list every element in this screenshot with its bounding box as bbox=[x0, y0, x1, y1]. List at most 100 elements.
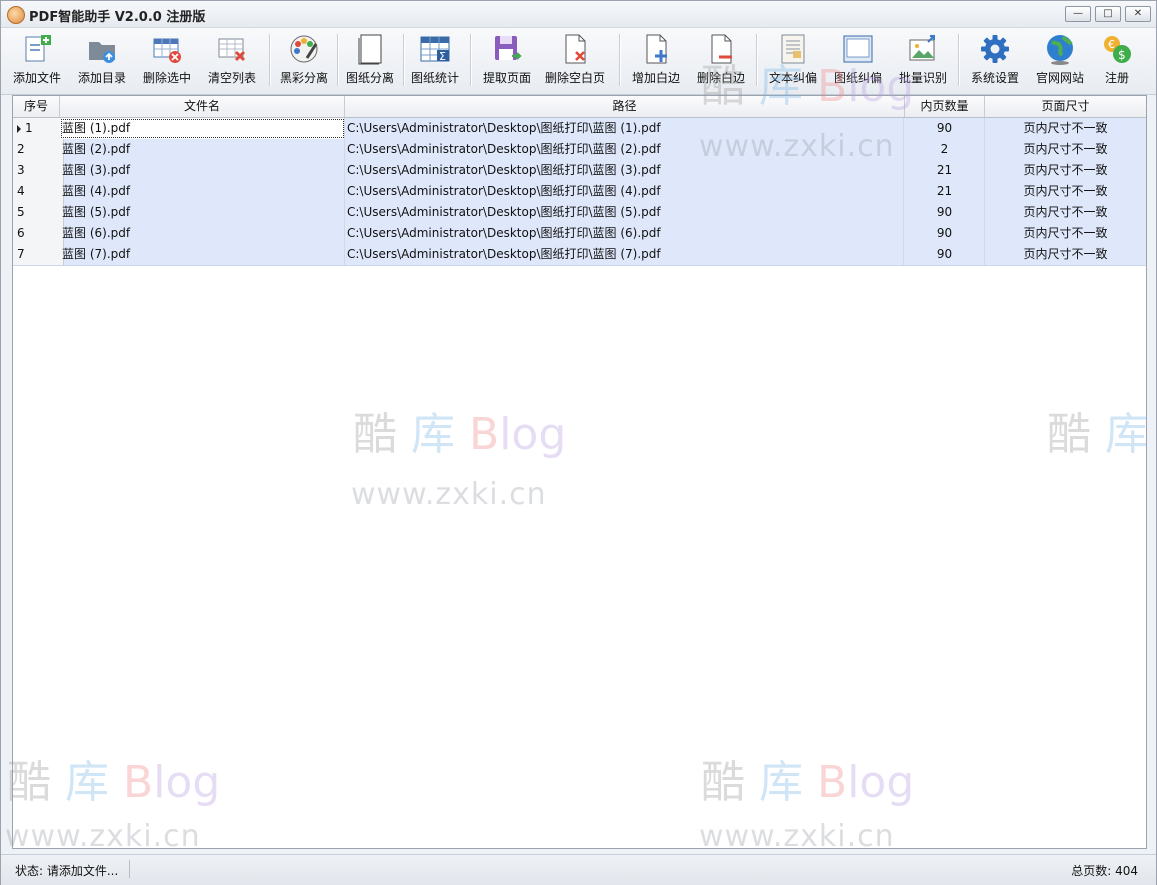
page-count-cell[interactable]: 90 bbox=[905, 118, 985, 139]
svg-text:$: $ bbox=[1118, 48, 1126, 62]
official-website-button[interactable]: 官网网站 bbox=[1029, 28, 1091, 94]
delete-selected-button[interactable]: 删除选中 bbox=[136, 28, 198, 94]
app-window: PDF智能助手 V2.0.0 注册版 — □ ✕ 添加文件 添加目录 删除选中 … bbox=[0, 0, 1157, 885]
row-num-cell: 2 bbox=[13, 139, 64, 160]
page-count-cell[interactable]: 21 bbox=[905, 160, 985, 181]
row-num-cell: 6 bbox=[13, 223, 64, 244]
file-list-grid[interactable]: 序号 文件名 路径 内页数量 页面尺寸 1 蓝图 (1).pdf C:\User… bbox=[12, 95, 1147, 849]
minimize-button[interactable]: — bbox=[1065, 6, 1091, 22]
file-name-cell[interactable]: 蓝图 (6).pdf bbox=[60, 223, 345, 244]
page-size-cell[interactable]: 页内尺寸不一致 bbox=[985, 118, 1146, 139]
title-bar[interactable]: PDF智能助手 V2.0.0 注册版 — □ ✕ bbox=[1, 1, 1156, 28]
file-path-cell[interactable]: C:\Users\Administrator\Desktop\图纸打印\蓝图 (… bbox=[345, 244, 904, 265]
column-header-path[interactable]: 路径 bbox=[345, 96, 905, 117]
table-row[interactable]: 2 蓝图 (2).pdf C:\Users\Administrator\Desk… bbox=[13, 139, 1146, 161]
drawing-stats-label: 图纸统计 bbox=[410, 71, 459, 85]
column-header-num[interactable]: 序号 bbox=[13, 96, 60, 117]
table-row[interactable]: 5 蓝图 (5).pdf C:\Users\Administrator\Desk… bbox=[13, 202, 1146, 224]
page-count-cell[interactable]: 90 bbox=[905, 202, 985, 223]
extract-page-icon bbox=[490, 32, 524, 66]
file-path-cell[interactable]: C:\Users\Administrator\Desktop\图纸打印\蓝图 (… bbox=[345, 202, 904, 223]
official-website-label: 官网网站 bbox=[1035, 71, 1084, 85]
drawing-deskew-button[interactable]: 图纸纠偏 bbox=[827, 28, 889, 94]
file-path-cell[interactable]: C:\Users\Administrator\Desktop\图纸打印\蓝图 (… bbox=[345, 160, 904, 181]
page-count-cell[interactable]: 90 bbox=[905, 244, 985, 265]
file-path-cell[interactable]: C:\Users\Administrator\Desktop\图纸打印\蓝图 (… bbox=[345, 223, 904, 244]
delete-selected-label: 删除选中 bbox=[142, 71, 191, 85]
file-name-cell[interactable]: 蓝图 (2).pdf bbox=[60, 139, 345, 160]
toolbar-separator bbox=[958, 34, 960, 86]
drawing-split-label: 图纸分离 bbox=[345, 71, 394, 85]
system-settings-label: 系统设置 bbox=[970, 71, 1019, 85]
toolbar-separator bbox=[756, 34, 758, 86]
file-name-cell[interactable]: 蓝图 (4).pdf bbox=[60, 181, 345, 202]
column-header-name[interactable]: 文件名 bbox=[60, 96, 345, 117]
clear-list-button[interactable]: 清空列表 bbox=[201, 28, 263, 94]
drawing-split-icon bbox=[353, 32, 387, 66]
register-label: 注册 bbox=[1104, 71, 1129, 85]
add-file-button[interactable]: 添加文件 bbox=[6, 28, 68, 94]
delete-selected-icon bbox=[150, 32, 184, 66]
page-count-cell[interactable]: 90 bbox=[905, 223, 985, 244]
add-file-icon bbox=[20, 32, 54, 66]
toolbar-separator bbox=[269, 34, 271, 86]
app-logo-icon bbox=[7, 6, 25, 24]
color-separate-button[interactable]: 黑彩分离 bbox=[273, 28, 335, 94]
close-button[interactable]: ✕ bbox=[1125, 6, 1151, 22]
add-file-label: 添加文件 bbox=[12, 71, 61, 85]
add-margin-label: 增加白边 bbox=[631, 71, 680, 85]
batch-recognize-icon bbox=[906, 32, 940, 66]
row-num-cell: 7 bbox=[13, 244, 64, 265]
table-row[interactable]: 7 蓝图 (7).pdf C:\Users\Administrator\Desk… bbox=[13, 244, 1146, 266]
add-margin-button[interactable]: 增加白边 bbox=[625, 28, 687, 94]
page-size-cell[interactable]: 页内尺寸不一致 bbox=[985, 181, 1146, 202]
drawing-split-button[interactable]: 图纸分离 bbox=[339, 28, 401, 94]
register-button[interactable]: € $ 注册 bbox=[1086, 28, 1148, 94]
page-size-cell[interactable]: 页内尺寸不一致 bbox=[985, 160, 1146, 181]
add-folder-label: 添加目录 bbox=[77, 71, 126, 85]
page-size-cell[interactable]: 页内尺寸不一致 bbox=[985, 244, 1146, 265]
delete-blank-page-label: 删除空白页 bbox=[544, 71, 605, 85]
page-size-cell[interactable]: 页内尺寸不一致 bbox=[985, 139, 1146, 160]
drawing-stats-icon: Σ bbox=[418, 32, 452, 66]
grid-header: 序号 文件名 路径 内页数量 页面尺寸 bbox=[13, 96, 1146, 118]
file-name-cell[interactable]: 蓝图 (3).pdf bbox=[60, 160, 345, 181]
close-icon: ✕ bbox=[1133, 8, 1143, 19]
clear-list-label: 清空列表 bbox=[207, 71, 256, 85]
remove-margin-button[interactable]: 删除白边 bbox=[690, 28, 752, 94]
batch-recognize-button[interactable]: 批量识别 bbox=[892, 28, 954, 94]
file-path-cell[interactable]: C:\Users\Administrator\Desktop\图纸打印\蓝图 (… bbox=[345, 139, 904, 160]
extract-page-button[interactable]: 提取页面 bbox=[476, 28, 538, 94]
column-header-pages[interactable]: 内页数量 bbox=[905, 96, 985, 117]
text-deskew-label: 文本纠偏 bbox=[768, 71, 817, 85]
file-name-cell[interactable]: 蓝图 (5).pdf bbox=[60, 202, 345, 223]
file-path-cell[interactable]: C:\Users\Administrator\Desktop\图纸打印\蓝图 (… bbox=[345, 118, 904, 139]
svg-text:€: € bbox=[1108, 38, 1115, 51]
extract-page-label: 提取页面 bbox=[482, 71, 531, 85]
page-count-cell[interactable]: 2 bbox=[905, 139, 985, 160]
page-size-cell[interactable]: 页内尺寸不一致 bbox=[985, 223, 1146, 244]
row-pointer-icon bbox=[17, 124, 21, 133]
file-name-cell[interactable]: 蓝图 (1).pdf bbox=[60, 118, 345, 139]
system-settings-button[interactable]: 系统设置 bbox=[964, 28, 1026, 94]
page-count-cell[interactable]: 21 bbox=[905, 181, 985, 202]
add-folder-button[interactable]: 添加目录 bbox=[71, 28, 133, 94]
text-deskew-button[interactable]: 文本纠偏 bbox=[762, 28, 824, 94]
delete-blank-page-button[interactable]: 删除空白页 bbox=[544, 28, 606, 94]
drawing-stats-button[interactable]: Σ 图纸统计 bbox=[404, 28, 466, 94]
remove-margin-icon bbox=[704, 32, 738, 66]
toolbar: 添加文件 添加目录 删除选中 清空列表 黑彩分离 图纸分离 Σ 图纸统计 提取页… bbox=[1, 28, 1156, 95]
maximize-button[interactable]: □ bbox=[1095, 6, 1121, 22]
color-palette-icon bbox=[287, 32, 321, 66]
column-header-size[interactable]: 页面尺寸 bbox=[985, 96, 1146, 117]
page-size-cell[interactable]: 页内尺寸不一致 bbox=[985, 202, 1146, 223]
file-name-cell[interactable]: 蓝图 (7).pdf bbox=[60, 244, 345, 265]
file-path-cell[interactable]: C:\Users\Administrator\Desktop\图纸打印\蓝图 (… bbox=[345, 181, 904, 202]
table-row[interactable]: 3 蓝图 (3).pdf C:\Users\Administrator\Desk… bbox=[13, 160, 1146, 182]
table-row[interactable]: 6 蓝图 (6).pdf C:\Users\Administrator\Desk… bbox=[13, 223, 1146, 245]
add-margin-icon bbox=[639, 32, 673, 66]
maximize-icon: □ bbox=[1103, 8, 1113, 19]
table-row[interactable]: 4 蓝图 (4).pdf C:\Users\Administrator\Desk… bbox=[13, 181, 1146, 203]
table-row[interactable]: 1 蓝图 (1).pdf C:\Users\Administrator\Desk… bbox=[13, 118, 1146, 140]
row-num: 1 bbox=[25, 121, 33, 135]
